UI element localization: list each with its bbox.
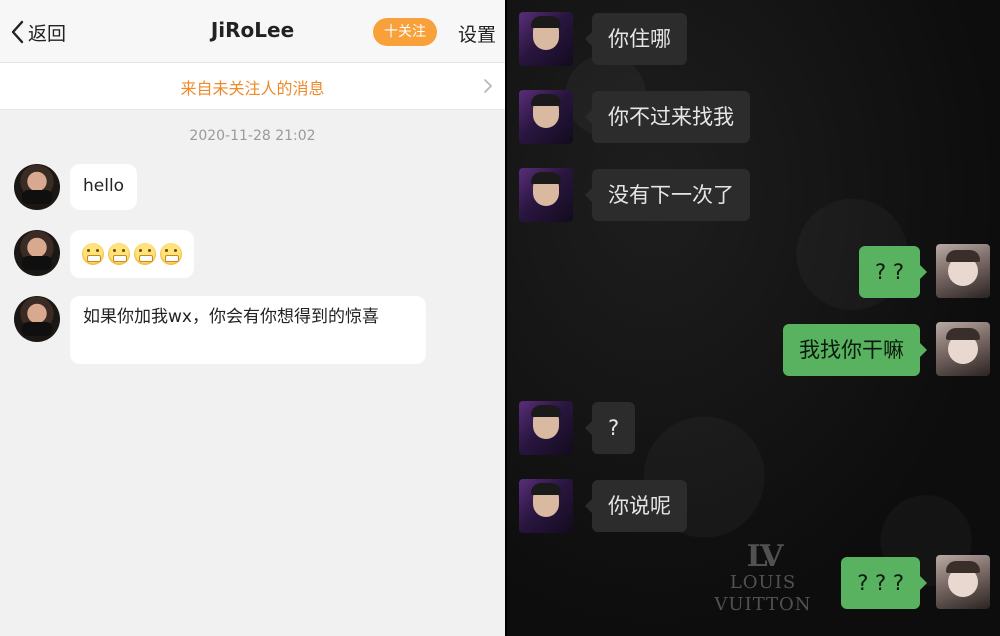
back-button[interactable]: 返回 [10, 18, 66, 46]
grimace-emoji-icon [160, 243, 182, 265]
chevron-right-icon [484, 79, 492, 93]
sender-avatar[interactable] [14, 230, 60, 276]
incoming-message-bubble[interactable]: ? [584, 402, 636, 454]
message-row: hello [14, 164, 494, 214]
message-row: 如果你加我wx，你会有你想得到的惊喜 [14, 296, 494, 366]
watermark-text: LOUIS VUITTON [714, 572, 812, 615]
contact-avatar[interactable] [519, 479, 573, 533]
incoming-message-bubble[interactable]: 你住哪 [585, 13, 687, 65]
follow-button[interactable]: 十关注 [373, 18, 437, 46]
message-bubble[interactable]: hello [70, 164, 138, 210]
my-avatar[interactable] [936, 555, 990, 609]
outgoing-message-bubble[interactable]: ? ? [859, 246, 927, 298]
my-avatar[interactable] [936, 244, 990, 298]
message-bubble[interactable]: 如果你加我wx，你会有你想得到的惊喜 [70, 296, 426, 364]
sender-avatar[interactable] [14, 164, 60, 210]
message-text: hello [83, 176, 125, 196]
contact-avatar[interactable] [519, 401, 573, 455]
incoming-message-bubble[interactable]: 你说呢 [585, 480, 687, 532]
contact-avatar[interactable] [519, 90, 573, 144]
outgoing-message-bubble[interactable]: 我找你干嘛 [783, 324, 927, 376]
outgoing-message-bubble[interactable]: ? ? ? [841, 557, 927, 609]
wechat-chat-panel: 你住哪 你不过来找我 没有下一次了 ? ? 我找你干嘛 ? 你说呢 LV LOU… [507, 0, 1000, 636]
my-avatar[interactable] [936, 322, 990, 376]
emoji-group [82, 241, 182, 265]
message-timestamp: 2020-11-28 21:02 [189, 128, 316, 144]
message-bubble[interactable] [70, 230, 194, 278]
back-label: 返回 [28, 22, 67, 45]
sender-avatar[interactable] [14, 296, 60, 342]
message-text: 如果你加我wx，你会有你想得到的惊喜 [83, 307, 379, 327]
grimace-emoji-icon [82, 243, 104, 265]
chat-header: 返回 JiRoLee 十关注 设置 [0, 0, 505, 63]
notice-text: 来自未关注人的消息 [180, 79, 325, 98]
message-row [14, 230, 494, 280]
grimace-emoji-icon [108, 243, 130, 265]
unfollowed-notice-bar[interactable]: 来自未关注人的消息 [0, 63, 505, 110]
incoming-message-bubble[interactable]: 你不过来找我 [585, 91, 750, 143]
lv-monogram-logo: LV [746, 539, 784, 574]
weibo-chat-panel: 返回 JiRoLee 十关注 设置 来自未关注人的消息 2020-11-28 2… [0, 0, 505, 636]
chevron-left-icon [11, 20, 24, 44]
lv-watermark: LV LOUIS VUITTON [693, 542, 833, 616]
grimace-emoji-icon [134, 243, 156, 265]
contact-avatar[interactable] [519, 12, 573, 66]
settings-button[interactable]: 设置 [458, 20, 496, 47]
contact-avatar[interactable] [519, 168, 573, 222]
incoming-message-bubble[interactable]: 没有下一次了 [585, 169, 750, 221]
